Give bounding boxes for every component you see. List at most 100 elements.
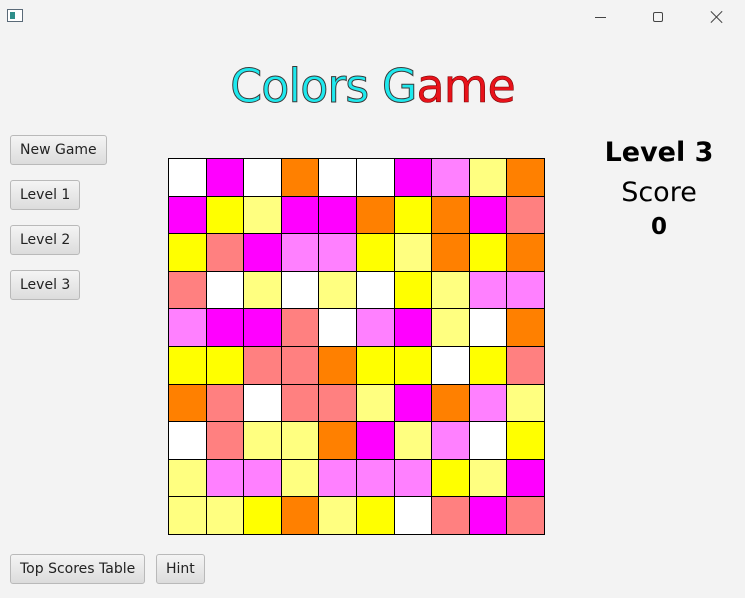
grid-cell[interactable]	[507, 196, 544, 234]
top-scores-button[interactable]: Top Scores Table	[10, 554, 146, 584]
grid-cell[interactable]	[169, 422, 206, 459]
grid-cell[interactable]	[169, 497, 206, 534]
grid-cell[interactable]	[469, 159, 507, 196]
grid-cell[interactable]	[507, 346, 544, 384]
grid-cell[interactable]	[169, 196, 206, 234]
grid-cell[interactable]	[206, 384, 244, 422]
grid-cell[interactable]	[281, 234, 319, 271]
minimize-button[interactable]	[577, 0, 623, 34]
grid-cell[interactable]	[319, 271, 356, 309]
grid-cell[interactable]	[394, 196, 432, 234]
grid-cell[interactable]	[206, 234, 244, 271]
grid-cell[interactable]	[244, 234, 281, 271]
grid-cell[interactable]	[169, 271, 206, 309]
grid-cell[interactable]	[507, 234, 544, 271]
grid-cell[interactable]	[206, 271, 244, 309]
grid-cell[interactable]	[319, 196, 356, 234]
grid-cell[interactable]	[281, 497, 319, 534]
grid-cell[interactable]	[507, 422, 544, 459]
grid-cell[interactable]	[206, 459, 244, 497]
close-button[interactable]	[694, 0, 740, 34]
grid-cell[interactable]	[169, 346, 206, 384]
grid-cell[interactable]	[469, 497, 507, 534]
grid-cell[interactable]	[507, 159, 544, 196]
grid-cell[interactable]	[432, 459, 469, 497]
grid-cell[interactable]	[432, 346, 469, 384]
grid-cell[interactable]	[432, 159, 469, 196]
grid-cell[interactable]	[244, 422, 281, 459]
grid-cell[interactable]	[356, 497, 394, 534]
grid-cell[interactable]	[319, 459, 356, 497]
grid-cell[interactable]	[281, 159, 319, 196]
grid-cell[interactable]	[244, 497, 281, 534]
grid-cell[interactable]	[507, 309, 544, 346]
grid-cell[interactable]	[319, 346, 356, 384]
grid-cell[interactable]	[319, 234, 356, 271]
grid-cell[interactable]	[469, 384, 507, 422]
grid-cell[interactable]	[169, 159, 206, 196]
grid-cell[interactable]	[356, 309, 394, 346]
grid-cell[interactable]	[432, 384, 469, 422]
grid-cell[interactable]	[244, 159, 281, 196]
grid-cell[interactable]	[319, 309, 356, 346]
grid-cell[interactable]	[356, 234, 394, 271]
maximize-button[interactable]	[635, 0, 681, 34]
grid-cell[interactable]	[356, 346, 394, 384]
level-2-button[interactable]: Level 2	[10, 225, 81, 255]
grid-cell[interactable]	[394, 309, 432, 346]
grid-cell[interactable]	[319, 422, 356, 459]
hint-button[interactable]: Hint	[156, 554, 205, 584]
grid-cell[interactable]	[469, 346, 507, 384]
grid-cell[interactable]	[356, 422, 394, 459]
grid-cell[interactable]	[356, 384, 394, 422]
grid-cell[interactable]	[244, 459, 281, 497]
grid-cell[interactable]	[244, 384, 281, 422]
grid-cell[interactable]	[244, 309, 281, 346]
grid-cell[interactable]	[206, 422, 244, 459]
grid-cell[interactable]	[281, 196, 319, 234]
grid-cell[interactable]	[469, 459, 507, 497]
grid-cell[interactable]	[319, 159, 356, 196]
grid-cell[interactable]	[281, 384, 319, 422]
grid-cell[interactable]	[432, 196, 469, 234]
grid-cell[interactable]	[432, 497, 469, 534]
grid-cell[interactable]	[169, 309, 206, 346]
grid-cell[interactable]	[394, 459, 432, 497]
grid-cell[interactable]	[394, 159, 432, 196]
grid-cell[interactable]	[394, 346, 432, 384]
grid-cell[interactable]	[169, 384, 206, 422]
grid-cell[interactable]	[394, 271, 432, 309]
grid-cell[interactable]	[432, 422, 469, 459]
grid-cell[interactable]	[356, 459, 394, 497]
grid-cell[interactable]	[394, 497, 432, 534]
grid-cell[interactable]	[206, 346, 244, 384]
grid-cell[interactable]	[507, 384, 544, 422]
new-game-button[interactable]: New Game	[10, 135, 107, 165]
grid-cell[interactable]	[206, 497, 244, 534]
grid-cell[interactable]	[206, 309, 244, 346]
grid-cell[interactable]	[169, 459, 206, 497]
grid-cell[interactable]	[507, 271, 544, 309]
grid-cell[interactable]	[244, 196, 281, 234]
grid-cell[interactable]	[469, 234, 507, 271]
level-3-button[interactable]: Level 3	[10, 270, 81, 300]
grid-cell[interactable]	[244, 346, 281, 384]
grid-cell[interactable]	[244, 271, 281, 309]
grid-cell[interactable]	[281, 346, 319, 384]
grid-cell[interactable]	[507, 459, 544, 497]
grid-cell[interactable]	[469, 309, 507, 346]
grid-cell[interactable]	[356, 159, 394, 196]
grid-cell[interactable]	[319, 497, 356, 534]
level-1-button[interactable]: Level 1	[10, 180, 81, 210]
grid-cell[interactable]	[356, 271, 394, 309]
grid-cell[interactable]	[394, 422, 432, 459]
grid-cell[interactable]	[169, 234, 206, 271]
grid-cell[interactable]	[394, 384, 432, 422]
grid-cell[interactable]	[432, 234, 469, 271]
grid-cell[interactable]	[206, 159, 244, 196]
grid-cell[interactable]	[281, 422, 319, 459]
grid-cell[interactable]	[469, 422, 507, 459]
grid-cell[interactable]	[469, 196, 507, 234]
grid-cell[interactable]	[281, 459, 319, 497]
grid-cell[interactable]	[507, 497, 544, 534]
